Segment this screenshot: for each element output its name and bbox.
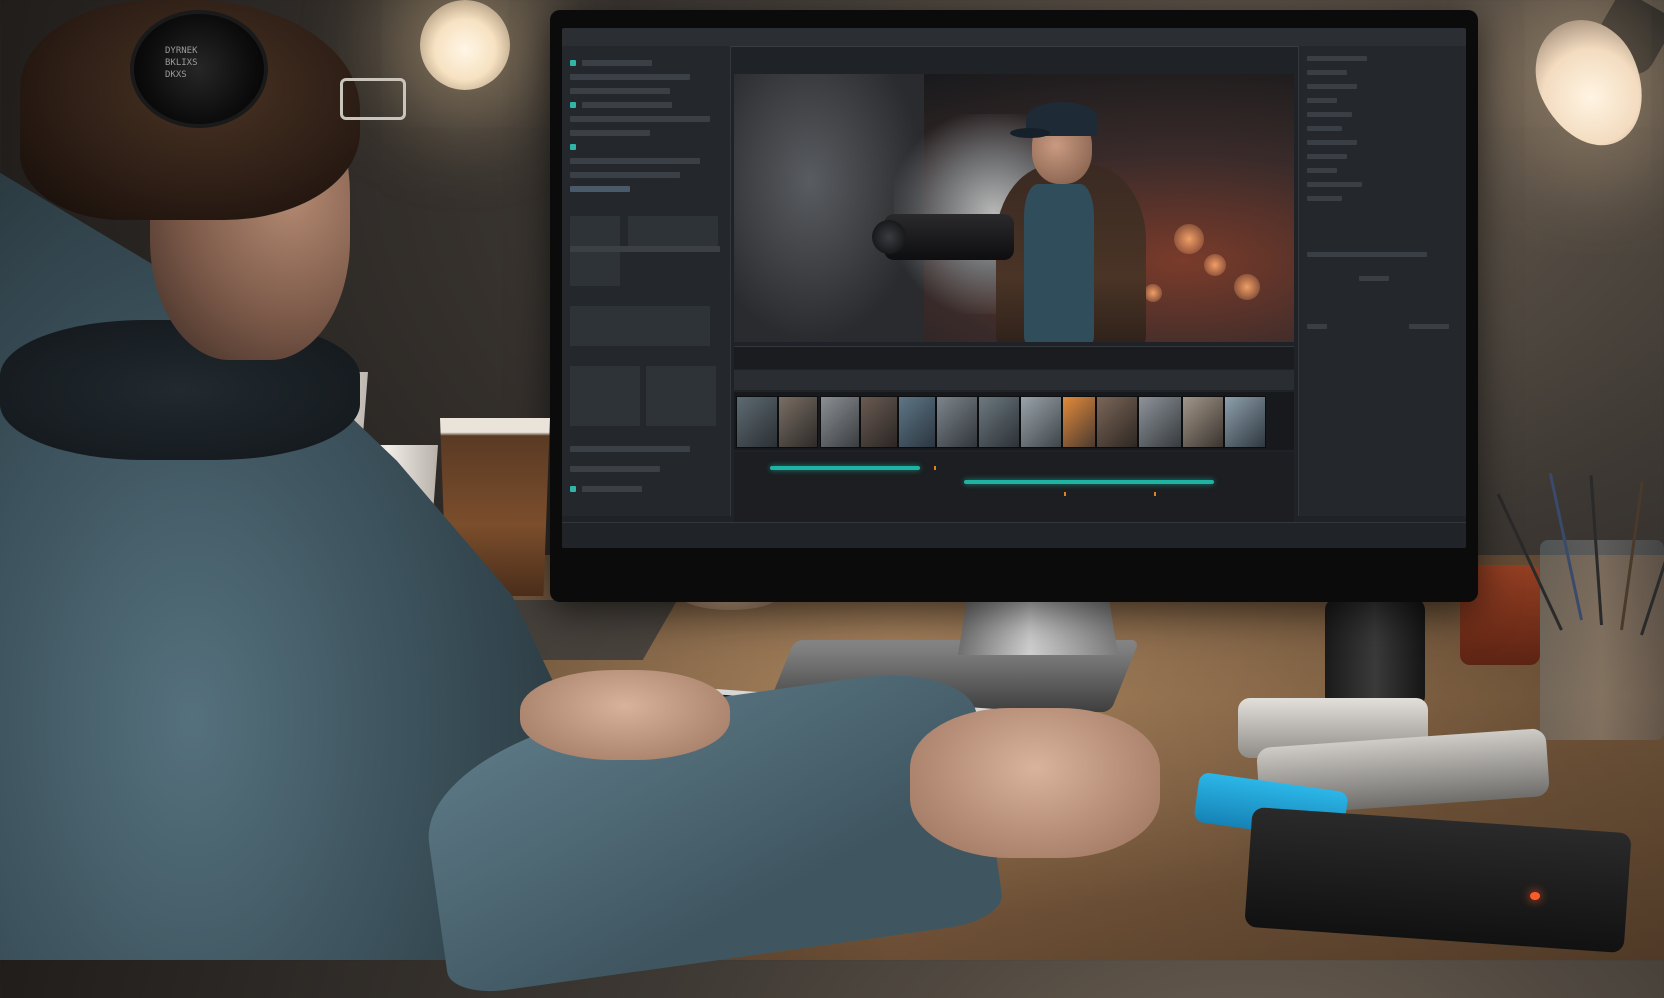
left-hand	[520, 670, 730, 760]
headphone-label: DYRNEK BKLIXS DKXS	[165, 46, 198, 80]
editor-status-bar	[562, 522, 1466, 548]
playback-controls[interactable]	[734, 346, 1294, 369]
desk-lamp-left	[420, 0, 510, 90]
editor-left-panel	[562, 46, 731, 516]
tablet-led	[1530, 892, 1540, 900]
right-hand-on-mouse	[910, 708, 1160, 858]
track-header	[734, 370, 1294, 390]
cap-brim	[1010, 128, 1050, 138]
clip-filmstrip[interactable]	[734, 392, 1294, 450]
timeline[interactable]	[734, 452, 1294, 522]
vest	[1024, 184, 1094, 342]
camera-lens	[872, 220, 906, 254]
headphone-icon	[130, 10, 268, 128]
pen-holder	[1496, 472, 1664, 740]
video-preview[interactable]	[734, 74, 1294, 342]
speaker	[1325, 598, 1425, 708]
glasses	[340, 78, 406, 120]
screen	[562, 28, 1466, 548]
editor-inspector-panel	[1298, 46, 1466, 516]
editor-menubar	[562, 28, 1466, 47]
